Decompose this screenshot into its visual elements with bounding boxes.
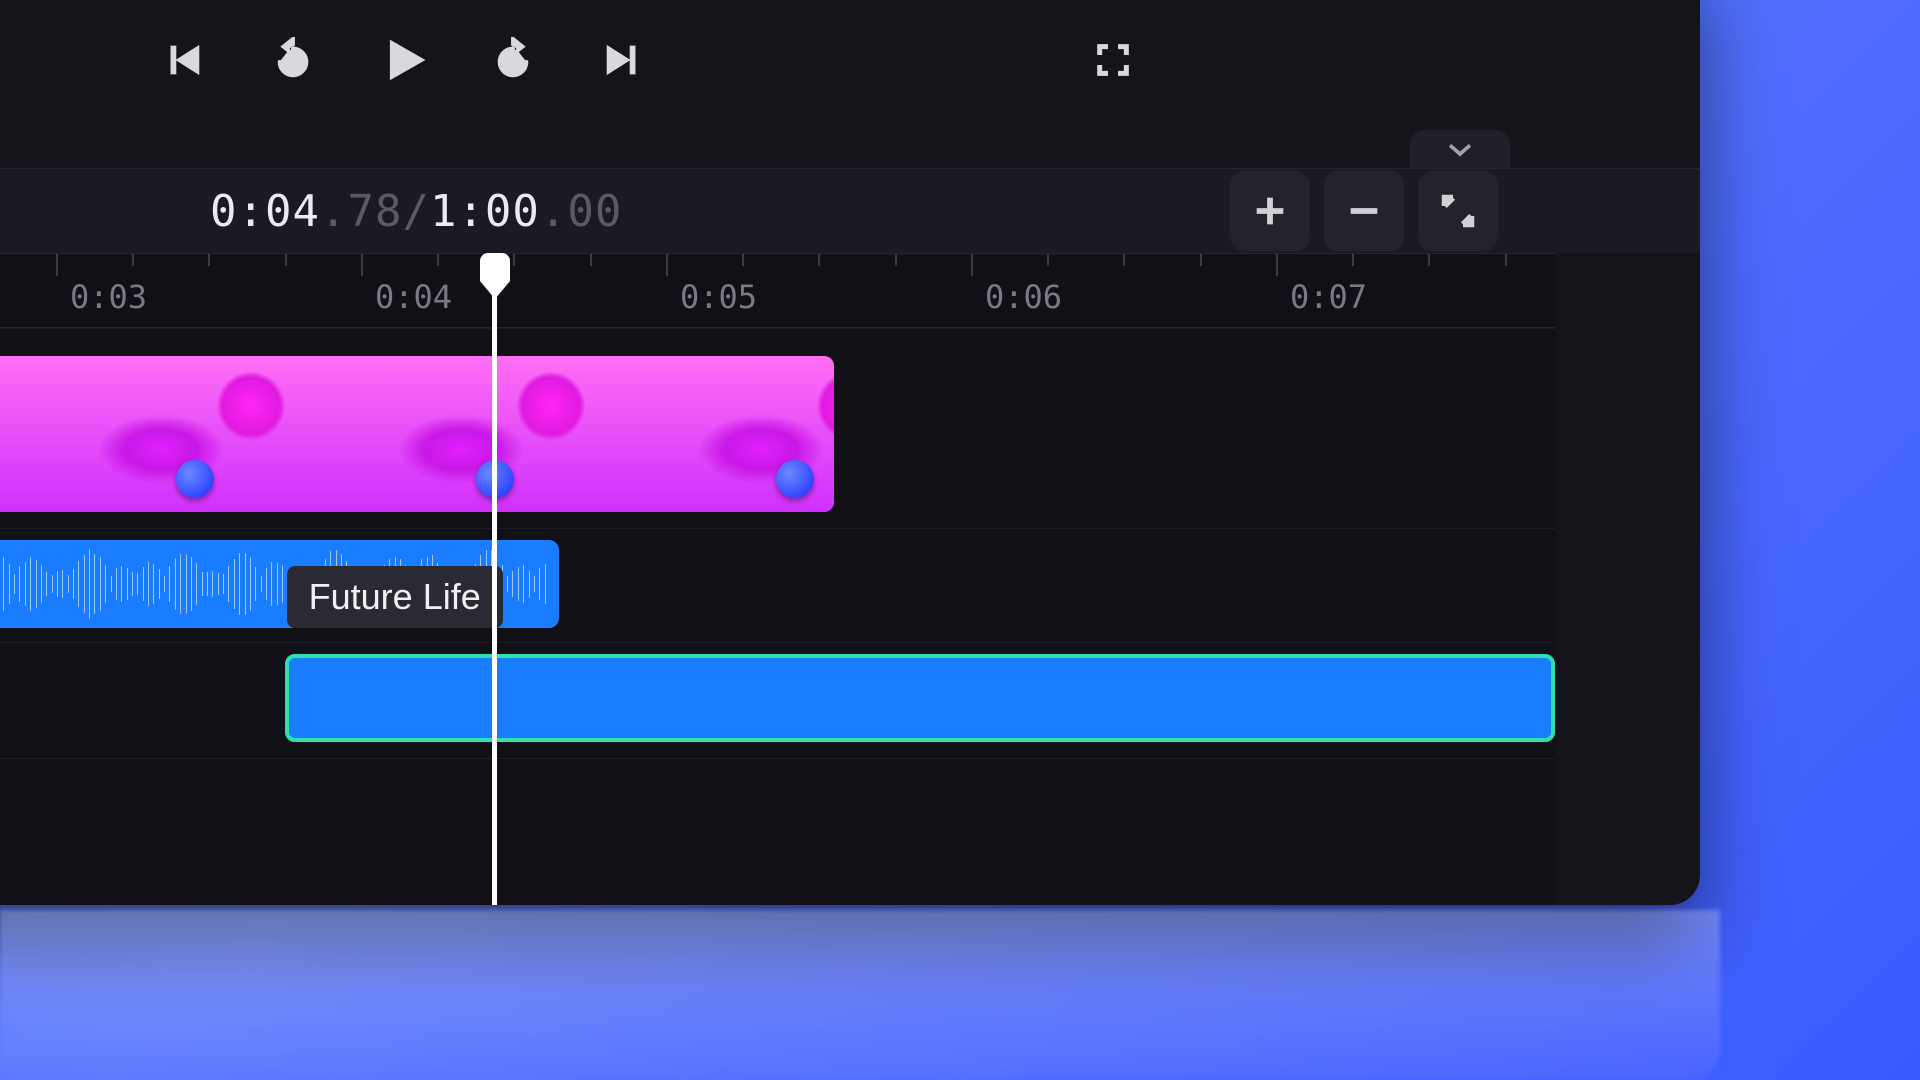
video-track [0, 356, 1555, 512]
tooltip-text: Future Life [309, 576, 481, 617]
current-time-main: 0:04 [210, 186, 320, 237]
zoom-in-button[interactable] [1230, 171, 1310, 251]
ruler-label: 0:07 [1290, 278, 1367, 316]
ruler-label: 0:05 [680, 278, 757, 316]
total-time-main: 1:00 [430, 186, 540, 237]
forward-5s-button[interactable]: 5 [485, 33, 540, 88]
editor-window: 5 5 0:04.78 / 1:00.00 [0, 0, 1700, 905]
total-time-frac: .00 [540, 186, 622, 237]
audio-clip-dragging[interactable] [285, 654, 1555, 742]
timecode-display: 0:04.78 / 1:00.00 [210, 186, 622, 237]
audio-track-1: Future Life [0, 540, 1555, 628]
zoom-out-button[interactable] [1324, 171, 1404, 251]
timecode-separator: / [402, 186, 430, 237]
video-thumbnail [41, 356, 341, 512]
timecode-bar: 0:04.78 / 1:00.00 [0, 168, 1700, 253]
video-thumbnail [0, 356, 41, 512]
fullscreen-button[interactable] [1085, 33, 1140, 88]
video-thumbnail [341, 356, 641, 512]
reflection-decor [0, 910, 1720, 1080]
waveform [285, 654, 1555, 742]
zoom-fit-button[interactable] [1418, 171, 1498, 251]
video-thumbnail [641, 356, 834, 512]
clip-tooltip: Future Life [287, 566, 503, 628]
svg-text:5: 5 [509, 54, 516, 69]
ruler-label: 0:03 [70, 278, 147, 316]
skip-next-button[interactable] [595, 33, 650, 88]
video-clip[interactable] [0, 356, 834, 512]
playhead[interactable] [492, 253, 497, 905]
playback-toolbar: 5 5 [0, 5, 1700, 115]
ruler-label: 0:06 [985, 278, 1062, 316]
play-button[interactable] [375, 33, 430, 88]
rewind-5s-button[interactable]: 5 [265, 33, 320, 88]
audio-track-2 [0, 654, 1555, 742]
skip-previous-button[interactable] [155, 33, 210, 88]
timeline-ruler[interactable]: 0:03 0:04 0:05 0:06 0:07 [0, 253, 1555, 328]
collapse-timeline-button[interactable] [1410, 130, 1510, 168]
ruler-label: 0:04 [375, 278, 452, 316]
svg-text:5: 5 [289, 54, 296, 69]
current-time-frac: .78 [320, 186, 402, 237]
tracks-area[interactable]: Future Life Future Life [0, 328, 1555, 905]
